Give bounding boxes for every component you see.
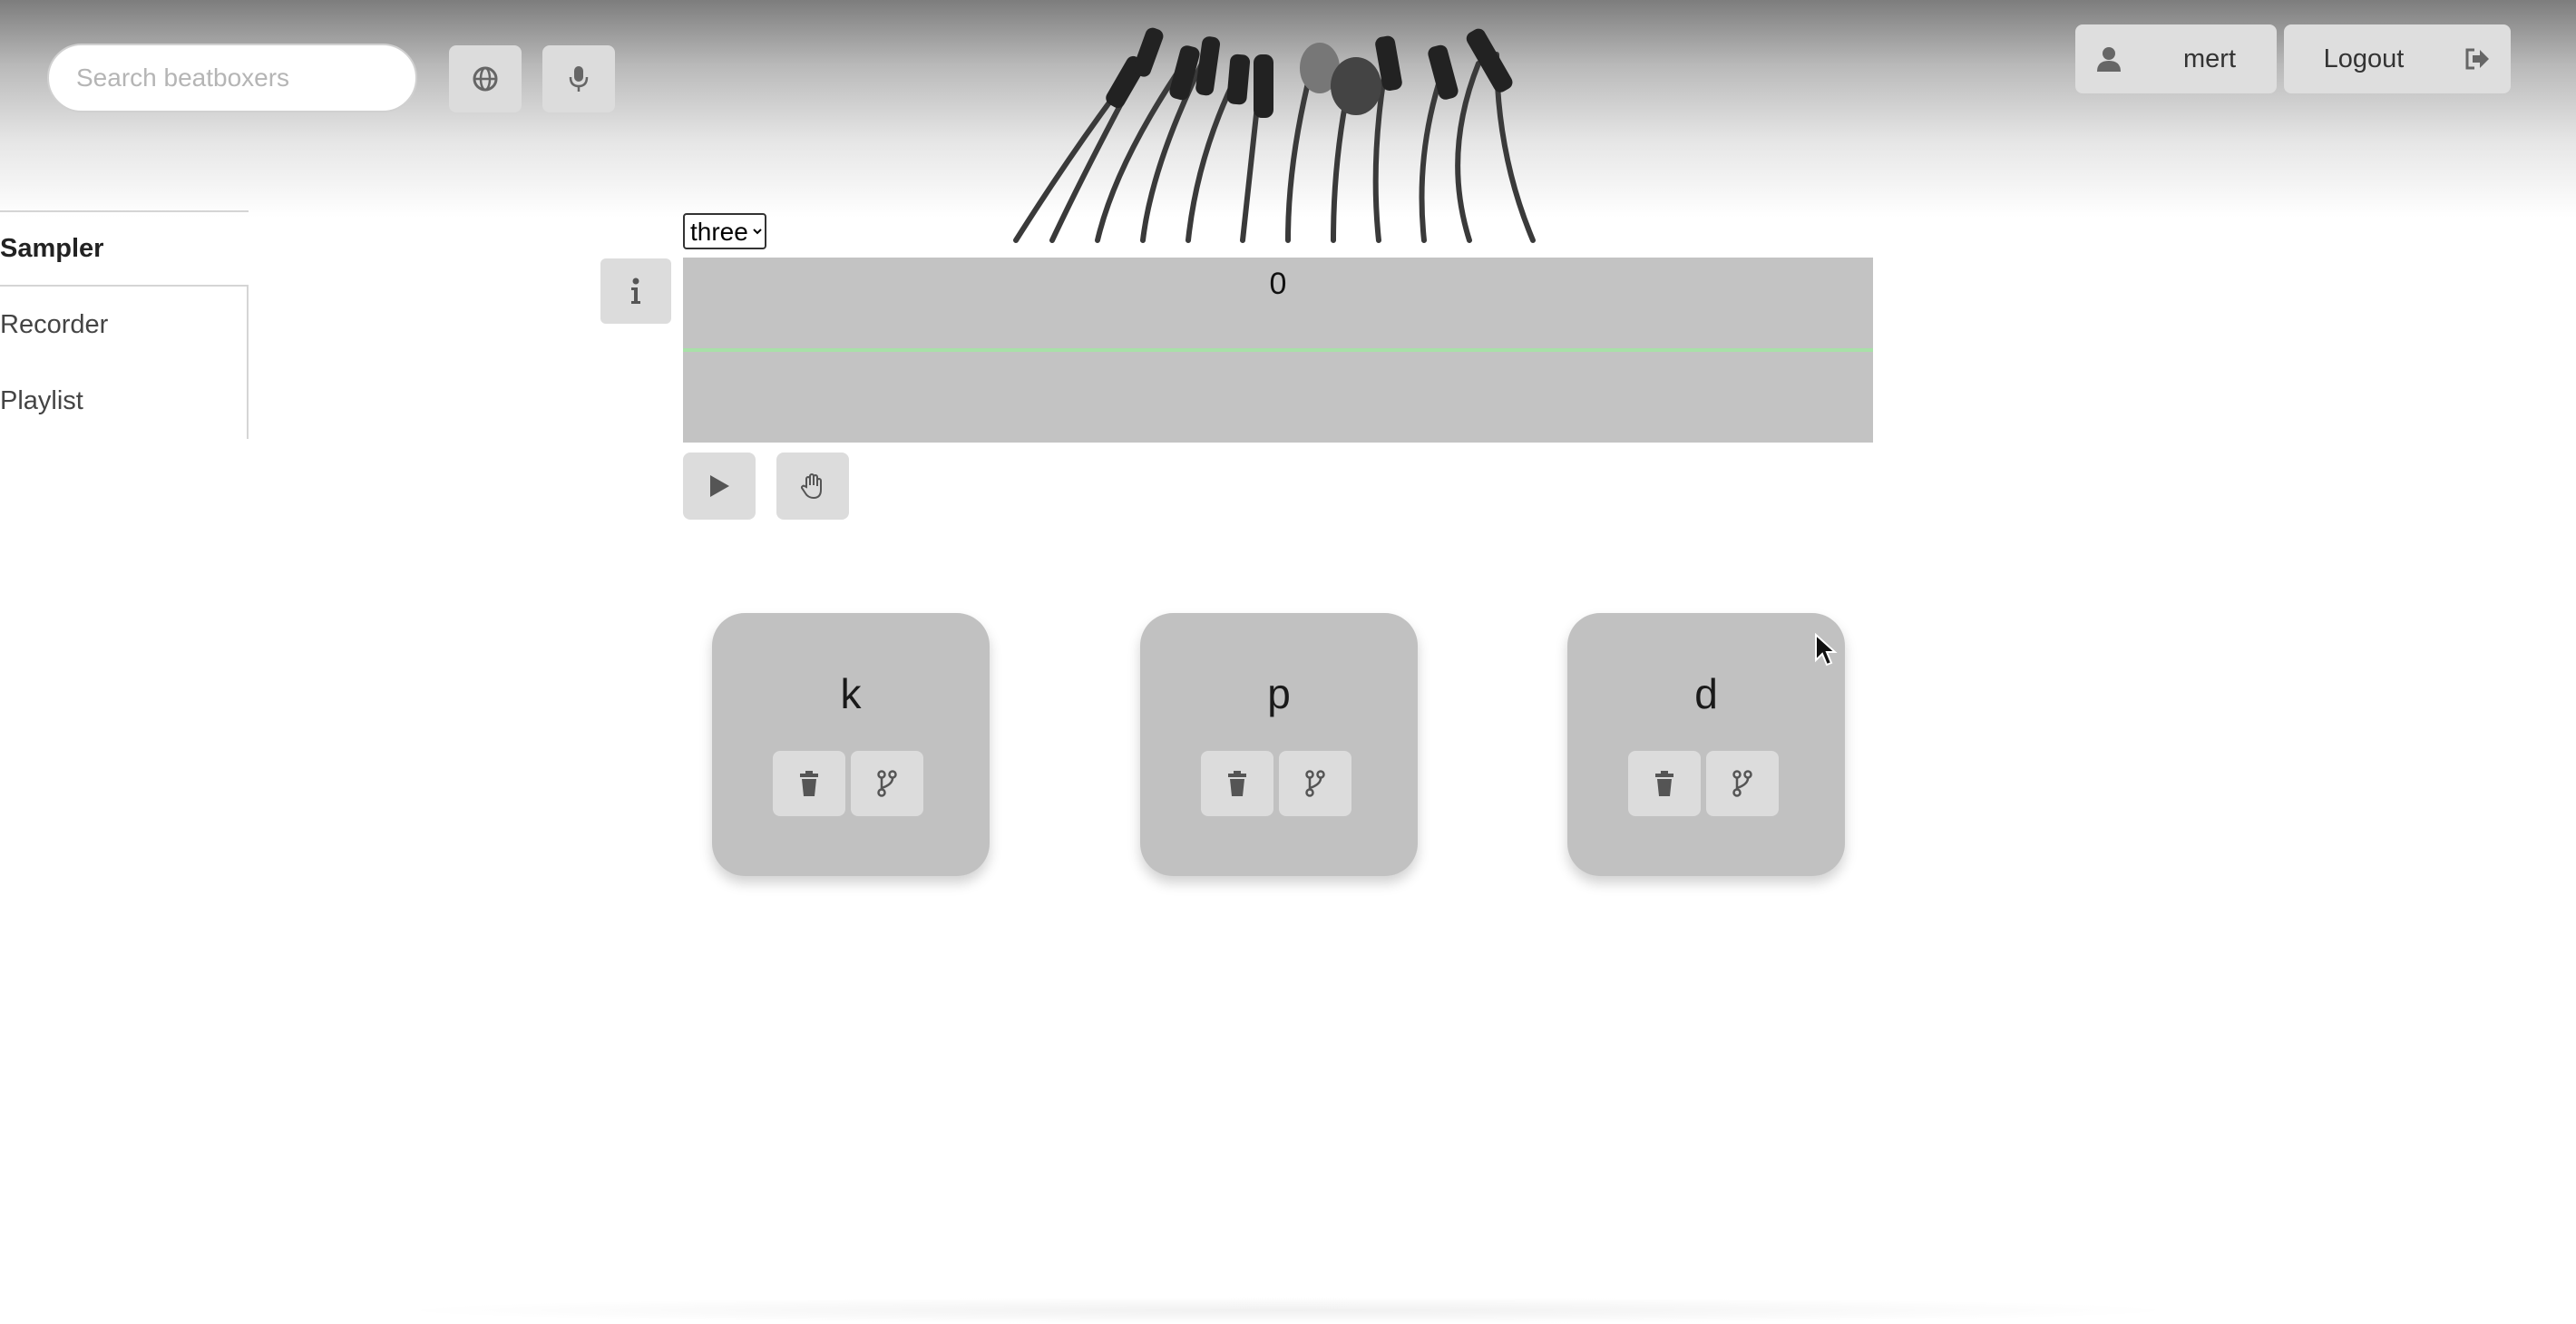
logout-icon-button[interactable] [2444, 24, 2511, 93]
trash-icon [1228, 771, 1246, 796]
sidebar-item-label: Playlist [0, 385, 83, 415]
search-box[interactable] [47, 44, 417, 112]
waveform-line [683, 348, 1873, 352]
trash-icon [800, 771, 818, 796]
code-fork-icon [1305, 770, 1325, 797]
fork-sample-button[interactable] [1706, 751, 1779, 816]
sample-card-d[interactable]: d [1567, 613, 1845, 876]
sample-letter: p [1267, 670, 1291, 717]
delete-sample-button[interactable] [1201, 751, 1273, 816]
sign-out-icon [2465, 48, 2489, 70]
mouse-cursor-icon [1815, 633, 1838, 667]
sidebar: Sampler Recorder Playlist [0, 210, 249, 439]
info-icon [631, 277, 640, 304]
play-button[interactable] [683, 453, 756, 520]
play-icon [710, 475, 729, 497]
globe-icon [473, 66, 498, 92]
record-button[interactable] [542, 45, 615, 112]
waveform-panel[interactable]: 0 [683, 258, 1873, 443]
user-menu: mert [2075, 24, 2277, 93]
sidebar-item-recorder[interactable]: Recorder [0, 287, 249, 363]
sidebar-item-label: Recorder [0, 309, 109, 339]
pattern-select[interactable]: three [683, 213, 766, 249]
logout-group: Logout [2284, 24, 2511, 93]
code-fork-icon [1732, 770, 1752, 797]
sidebar-item-label: Sampler [0, 233, 104, 263]
info-button[interactable] [600, 258, 671, 324]
sample-letter: k [840, 670, 862, 717]
search-input[interactable] [74, 63, 405, 93]
user-icon-button[interactable] [2075, 24, 2142, 93]
footer-shadow [381, 1297, 2195, 1324]
sample-letter: d [1694, 670, 1718, 717]
trash-icon [1655, 771, 1673, 796]
sample-card-p[interactable]: p [1140, 613, 1418, 876]
drag-button[interactable] [776, 453, 849, 520]
sidebar-item-playlist[interactable]: Playlist [0, 363, 249, 439]
delete-sample-button[interactable] [1628, 751, 1701, 816]
pattern-select-wrapper: three [683, 213, 766, 249]
beat-counter: 0 [1269, 267, 1287, 301]
fork-sample-button[interactable] [851, 751, 923, 816]
language-button[interactable] [449, 45, 522, 112]
logout-button[interactable]: Logout [2284, 24, 2444, 93]
delete-sample-button[interactable] [773, 751, 845, 816]
sidebar-item-sampler[interactable]: Sampler [0, 210, 249, 287]
hand-icon [801, 473, 822, 500]
user-icon [2097, 47, 2121, 72]
microphone-icon [569, 66, 589, 92]
code-fork-icon [877, 770, 897, 797]
fork-sample-button[interactable] [1279, 751, 1351, 816]
username-label[interactable]: mert [2142, 24, 2277, 93]
sample-card-k[interactable]: k [712, 613, 990, 876]
microphones-banner [1013, 27, 1536, 243]
